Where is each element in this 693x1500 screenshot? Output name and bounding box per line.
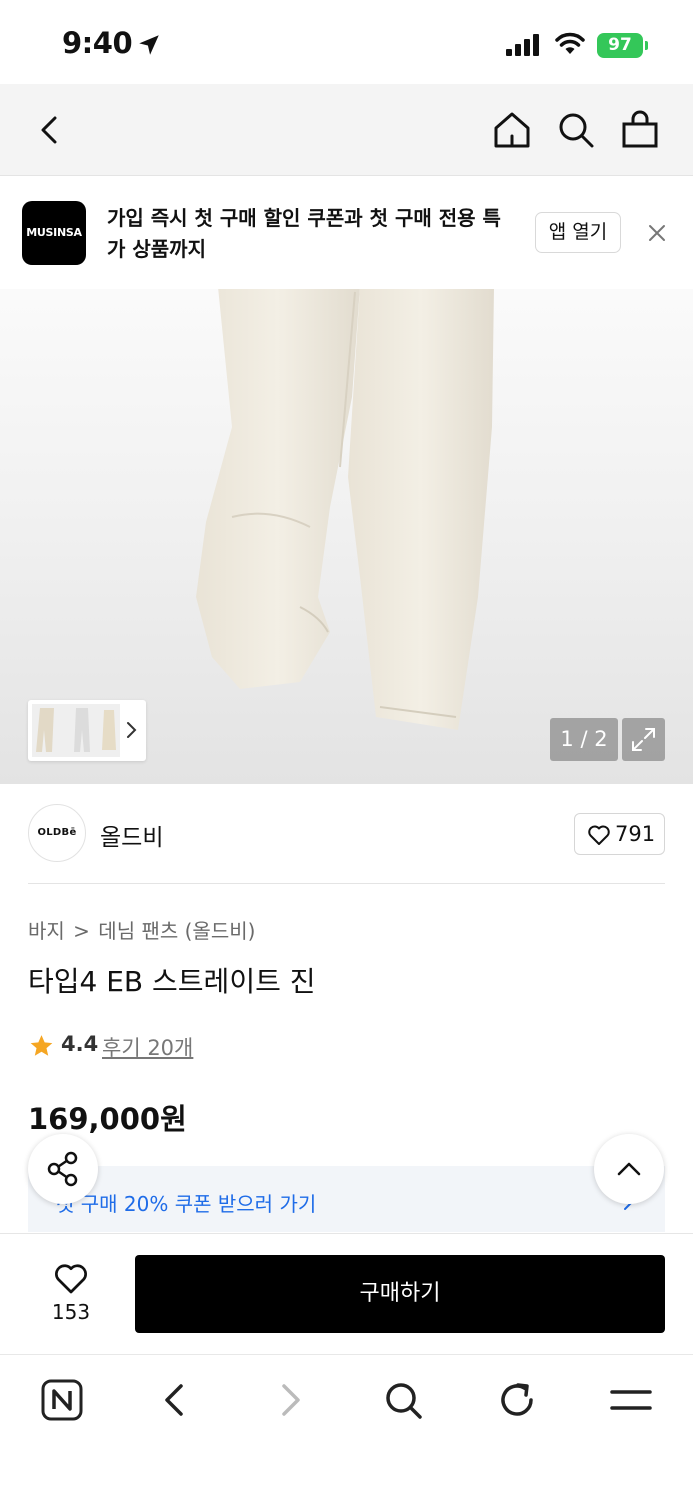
status-bar: 9:40 97 xyxy=(0,0,693,84)
breadcrumb-item-subcategory[interactable]: 데님 팬츠 (올드비) xyxy=(98,919,255,943)
banner-message: 가입 즉시 첫 구매 할인 쿠폰과 첫 구매 전용 특가 상품까지 xyxy=(107,206,501,261)
image-counter: 1 / 2 xyxy=(550,718,618,761)
search-icon[interactable] xyxy=(554,108,598,152)
thumbnail-image[interactable] xyxy=(32,704,120,757)
review-count-link[interactable]: 후기 20개 xyxy=(102,1032,193,1062)
expand-image-button[interactable] xyxy=(622,718,665,761)
open-app-button[interactable]: 앱 열기 xyxy=(535,212,621,253)
close-icon[interactable] xyxy=(646,222,668,244)
cellular-signal-icon xyxy=(506,34,539,56)
star-icon xyxy=(30,1035,53,1056)
browser-search-icon[interactable] xyxy=(380,1377,426,1423)
browser-back-icon[interactable] xyxy=(152,1377,198,1423)
breadcrumb-separator: > xyxy=(73,919,90,943)
top-navigation-bar xyxy=(0,84,693,176)
location-arrow-icon xyxy=(139,35,159,55)
product-price: 169,000원 xyxy=(28,1102,187,1136)
wifi-icon xyxy=(555,32,585,54)
app-install-banner: MUSINSA 가입 즉시 첫 구매 할인 쿠폰과 첫 구매 전용 특가 상품까… xyxy=(0,177,693,289)
chevron-right-icon[interactable] xyxy=(124,718,140,742)
musinsa-logo: MUSINSA xyxy=(22,201,86,265)
product-title: 타입4 EB 스트레이트 진 xyxy=(28,965,316,998)
home-icon[interactable] xyxy=(490,108,534,152)
battery-level: 97 xyxy=(608,35,632,55)
breadcrumb: 바지 > 데님 팬츠 (올드비) xyxy=(28,915,257,944)
back-arrow-icon[interactable] xyxy=(30,110,70,150)
rating-value: 4.4 xyxy=(61,1032,99,1056)
browser-forward-icon[interactable] xyxy=(267,1377,313,1423)
browser-toolbar xyxy=(0,1354,693,1500)
refresh-icon[interactable] xyxy=(494,1377,540,1423)
status-time: 9:40 xyxy=(62,26,133,60)
brand-row: OLDBē 올드비 791 xyxy=(28,804,665,884)
buy-button[interactable]: 구매하기 xyxy=(135,1255,665,1333)
brand-name[interactable]: 올드비 xyxy=(100,818,163,852)
share-icon xyxy=(47,1151,78,1187)
heart-icon xyxy=(55,1264,87,1294)
menu-icon[interactable] xyxy=(608,1377,654,1423)
wishlist-count: 153 xyxy=(51,1300,91,1324)
brand-avatar[interactable]: OLDBē xyxy=(28,804,86,862)
breadcrumb-item-category[interactable]: 바지 xyxy=(28,919,65,943)
brand-like-count: 791 xyxy=(615,822,656,846)
share-button[interactable] xyxy=(28,1134,98,1204)
brand-like-button[interactable]: 791 xyxy=(574,813,665,855)
thumbnail-strip[interactable] xyxy=(28,700,146,761)
naver-home-icon[interactable] xyxy=(39,1377,85,1423)
purchase-bar: 153 구매하기 xyxy=(0,1233,693,1353)
scroll-to-top-button[interactable] xyxy=(594,1134,664,1204)
heart-icon xyxy=(588,825,610,845)
battery-indicator: 97 xyxy=(597,33,643,58)
expand-icon xyxy=(632,728,655,751)
coupon-banner[interactable]: 첫 구매 20% 쿠폰 받으러 가기 xyxy=(28,1166,665,1232)
wishlist-button[interactable]: 153 xyxy=(36,1258,106,1328)
shopping-bag-icon[interactable] xyxy=(618,108,662,152)
chevron-up-icon xyxy=(617,1162,641,1176)
battery-cap xyxy=(645,41,648,50)
